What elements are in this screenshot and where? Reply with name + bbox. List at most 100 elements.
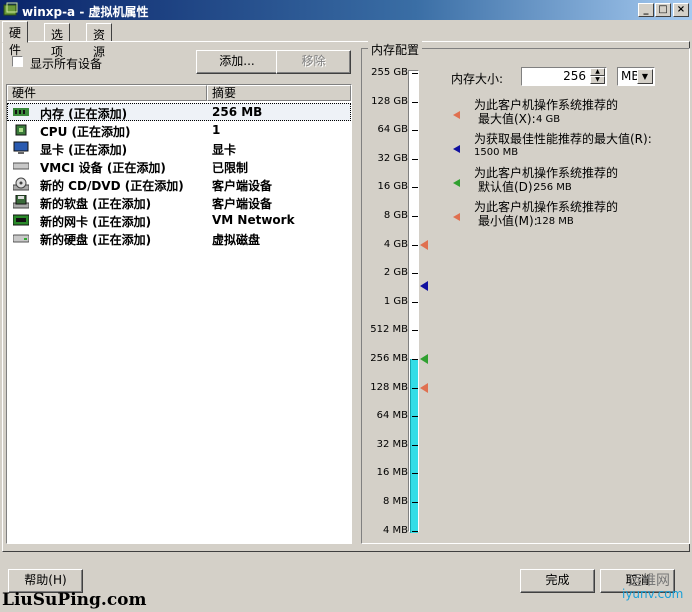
legend-default-value: 256 MB xyxy=(534,182,572,193)
hardware-name: 新的软盘 (正在添加) xyxy=(40,197,152,211)
scale-label: 255 GB xyxy=(371,67,408,78)
scale-tick xyxy=(412,387,418,389)
remove-button[interactable]: 移除 xyxy=(276,50,351,74)
hardware-summary: 1 xyxy=(212,123,221,137)
window-title: winxp-a - 虚拟机属性 xyxy=(22,5,149,19)
hardware-name: VMCI 设备 (正在添加) xyxy=(40,161,166,175)
legend-max-value: 4 GB xyxy=(536,114,561,125)
scale-tick xyxy=(412,416,418,418)
scale-label: 64 MB xyxy=(376,410,408,422)
hardware-row-vmci[interactable]: VMCI 设备 (正在添加) 已限制 xyxy=(7,157,351,175)
legend-best-value: 1500 MB xyxy=(474,147,519,158)
hardware-list[interactable]: 硬件 摘要 内存 (正在添加) 256 MB CPU (正在添加) 1 显卡 (… xyxy=(6,84,352,544)
hardware-name: 新的网卡 (正在添加) xyxy=(40,215,152,229)
hardware-row-cd-dvd[interactable]: 新的 CD/DVD (正在添加) 客户端设备 xyxy=(7,175,351,193)
scale-label: 16 MB xyxy=(376,467,408,479)
scale-tick xyxy=(412,273,418,275)
hardware-summary: 虚拟磁盘 xyxy=(212,233,261,247)
hardware-name: 显卡 (正在添加) xyxy=(40,143,128,157)
legend-min-line1: 为此客户机操作系统推荐的 xyxy=(474,200,619,214)
scale-label: 32 GB xyxy=(377,152,408,164)
maximize-button[interactable]: □ xyxy=(655,3,671,17)
scale-label: 16 GB xyxy=(377,181,408,193)
scale-label: 1 GB xyxy=(383,295,408,307)
memory-slider-fill xyxy=(410,359,418,533)
hardware-row-cpu[interactable]: CPU (正在添加) 1 xyxy=(7,121,351,139)
hardware-summary: 显卡 xyxy=(212,143,237,157)
tab-hardware[interactable]: 硬件 xyxy=(2,21,29,57)
hardware-name: 新的 CD/DVD (正在添加) xyxy=(40,179,184,193)
hardware-row-hard-disk[interactable]: 新的硬盘 (正在添加) 虚拟磁盘 xyxy=(7,229,351,247)
hardware-summary: 256 MB xyxy=(212,105,263,119)
marker-min-recommended xyxy=(420,382,428,393)
scale-tick xyxy=(412,301,418,303)
scale-tick xyxy=(412,216,418,217)
spin-down-icon[interactable]: ▼ xyxy=(590,76,605,84)
marker-max-recommended xyxy=(420,239,428,250)
hardware-name: 新的硬盘 (正在添加) xyxy=(40,233,152,247)
memory-size-label: 内存大小: xyxy=(451,72,504,86)
scale-label: 512 MB xyxy=(370,324,408,336)
display-icon xyxy=(13,141,29,154)
scale-label: 4 GB xyxy=(383,238,408,250)
finish-button[interactable]: 完成 xyxy=(520,569,595,593)
scale-tick xyxy=(412,330,418,332)
legend-marker-min xyxy=(453,213,460,221)
scale-label: 64 GB xyxy=(377,124,408,136)
vmci-icon xyxy=(13,162,29,170)
close-button[interactable]: × xyxy=(673,3,689,17)
hardware-summary: 客户端设备 xyxy=(212,197,273,211)
scale-label: 4 MB xyxy=(382,524,408,536)
hardware-row-network[interactable]: 新的网卡 (正在添加) VM Network xyxy=(7,211,351,229)
scale-tick xyxy=(412,502,418,503)
marker-default-recommended xyxy=(420,354,428,364)
hardware-summary: 已限制 xyxy=(212,161,249,175)
scale-label: 256 MB xyxy=(370,353,408,364)
network-icon xyxy=(13,214,29,226)
scale-tick xyxy=(412,101,418,103)
scale-tick xyxy=(412,158,418,160)
legend-best-line1: 为获取最佳性能推荐的最大值(R): xyxy=(474,132,652,146)
scale-label: 8 GB xyxy=(383,210,408,221)
legend-marker-best-performance xyxy=(453,145,460,153)
scale-tick xyxy=(412,359,418,360)
memory-config-title: 内存配置 xyxy=(368,41,423,58)
watermark-site: LiuSuPing.com xyxy=(2,590,147,610)
marker-best-performance xyxy=(420,281,428,292)
scale-tick xyxy=(412,244,418,246)
scale-label: 2 GB xyxy=(383,267,408,279)
scale-tick xyxy=(412,473,418,475)
scale-label: 128 MB xyxy=(370,381,408,393)
scale-tick xyxy=(412,130,418,132)
hardware-name: CPU (正在添加) xyxy=(40,125,131,139)
hardware-summary: 客户端设备 xyxy=(212,179,273,193)
scale-tick xyxy=(412,73,418,74)
hardware-row-display[interactable]: 显卡 (正在添加) 显卡 xyxy=(7,139,351,157)
scale-label: 32 MB xyxy=(376,438,408,450)
floppy-icon xyxy=(13,195,29,209)
legend-default-line2: 默认值(D): xyxy=(478,180,537,194)
legend-marker-default xyxy=(453,179,460,187)
tab-resources[interactable]: 资源 xyxy=(86,23,113,59)
minimize-button[interactable]: _ xyxy=(638,3,654,17)
spin-up-icon[interactable]: ▲ xyxy=(590,68,605,76)
chevron-down-icon[interactable]: ▼ xyxy=(637,69,653,84)
legend-min-value: 128 MB xyxy=(536,216,574,227)
show-all-devices-label: 显示所有设备 xyxy=(30,57,103,71)
column-hardware[interactable]: 硬件 xyxy=(7,85,207,101)
hard-disk-icon xyxy=(13,234,29,243)
legend-marker-max xyxy=(453,111,460,119)
scale-label: 8 MB xyxy=(382,496,408,507)
cd-dvd-icon xyxy=(13,177,29,191)
legend-max-line2: 最大值(X): xyxy=(478,112,536,126)
hardware-row-memory[interactable]: 内存 (正在添加) 256 MB xyxy=(7,103,351,121)
cpu-icon xyxy=(15,124,27,136)
title-bar[interactable]: winxp-a - 虚拟机属性 _ □ × xyxy=(0,0,692,20)
hardware-row-floppy[interactable]: 新的软盘 (正在添加) 客户端设备 xyxy=(7,193,351,211)
tab-options[interactable]: 选项 xyxy=(44,23,71,59)
legend-min-line2: 最小值(M): xyxy=(478,214,538,228)
scale-label: 128 GB xyxy=(371,95,408,107)
column-summary[interactable]: 摘要 xyxy=(207,85,351,101)
hardware-list-header: 硬件 摘要 xyxy=(7,85,351,101)
add-button[interactable]: 添加... xyxy=(196,50,278,74)
